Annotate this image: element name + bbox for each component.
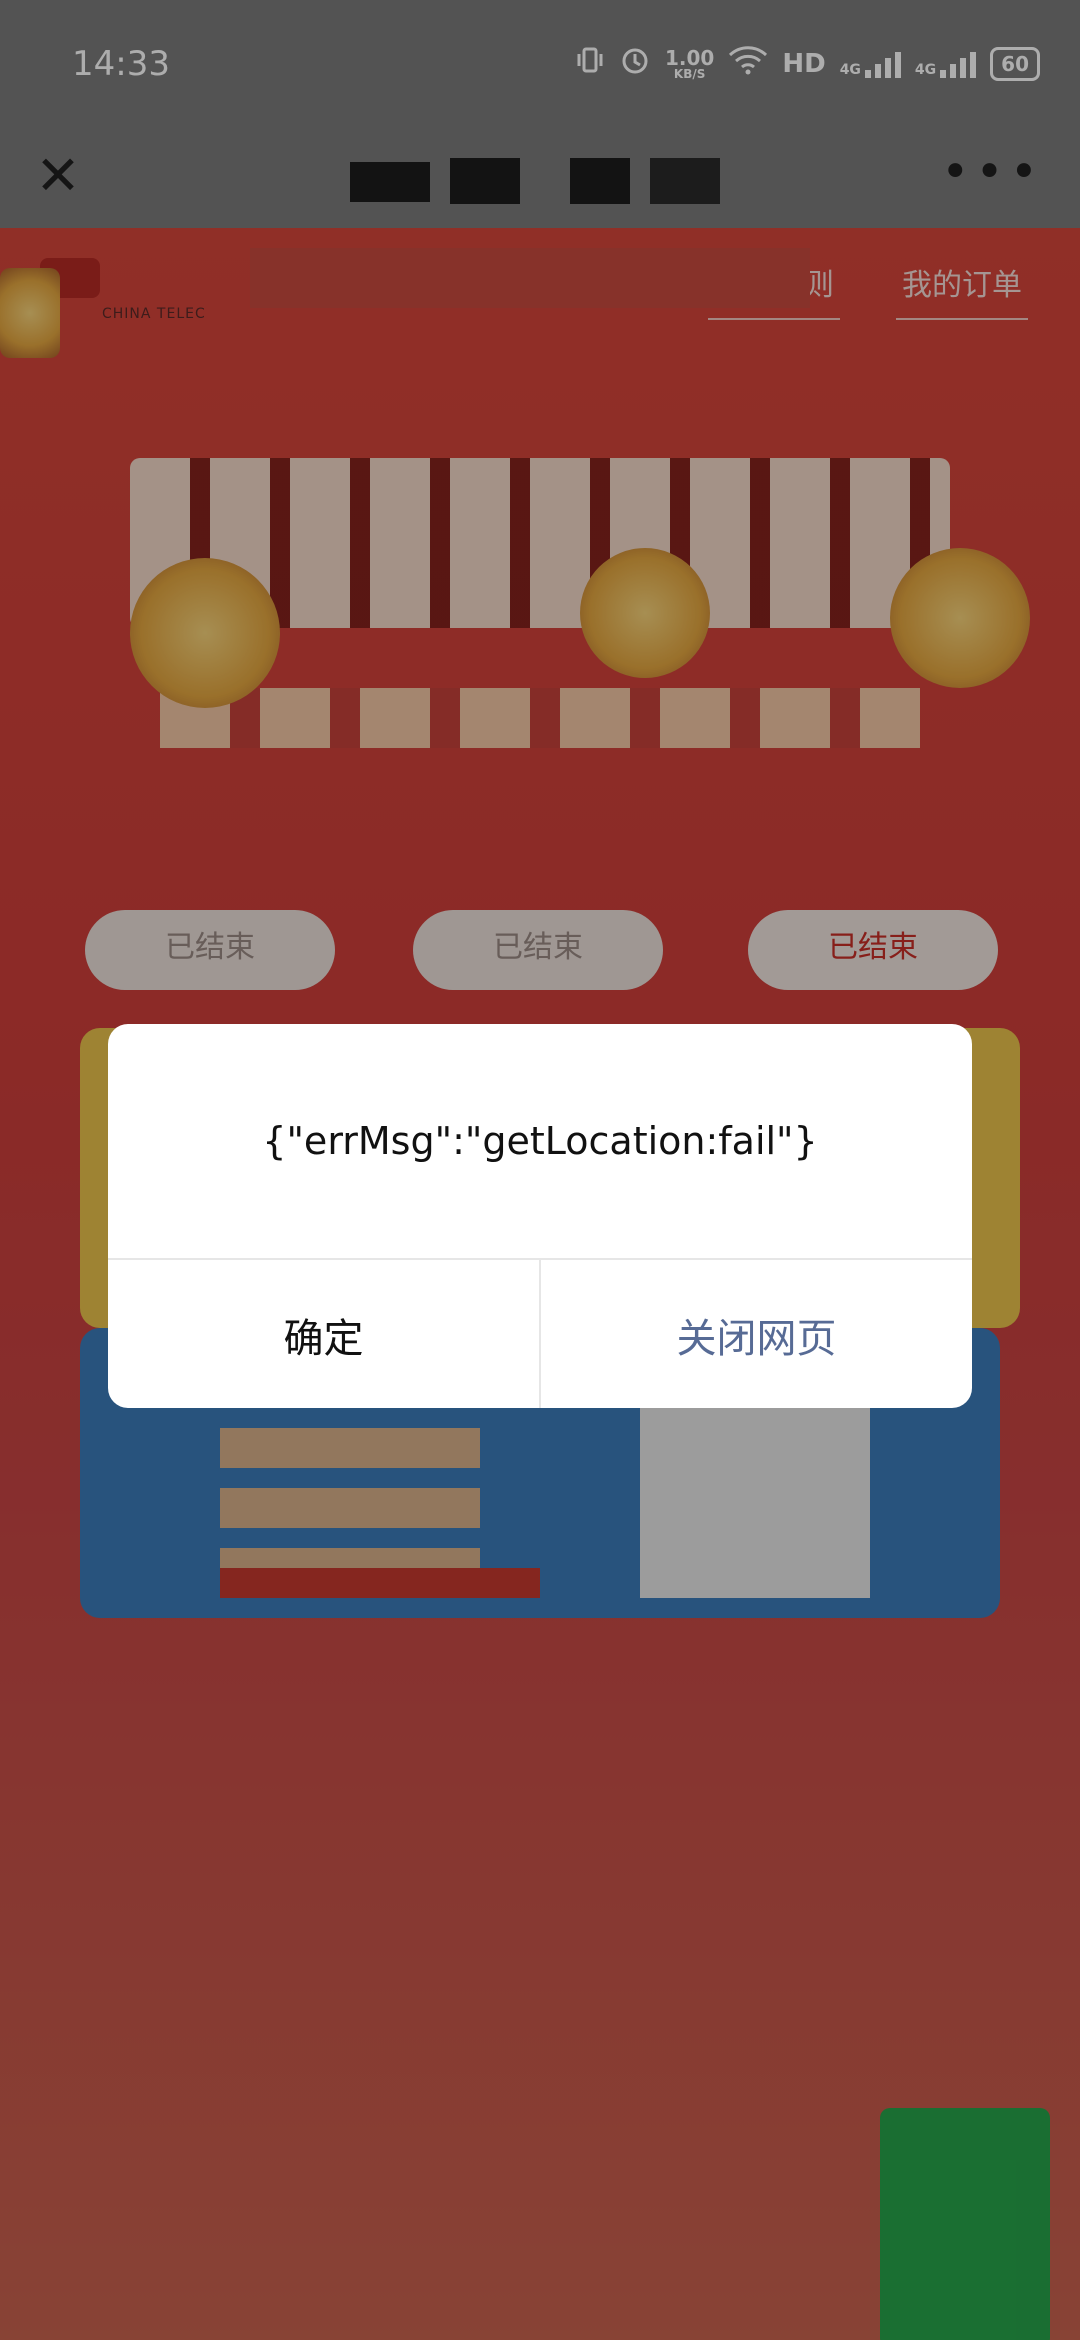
dialog-message: {"errMsg":"getLocation:fail"} xyxy=(262,1119,818,1163)
close-page-button[interactable]: 关闭网页 xyxy=(541,1260,972,1408)
dialog-buttons: 确定 关闭网页 xyxy=(108,1258,972,1408)
alert-dialog: {"errMsg":"getLocation:fail"} 确定 关闭网页 xyxy=(108,1024,972,1408)
confirm-button[interactable]: 确定 xyxy=(108,1260,541,1408)
